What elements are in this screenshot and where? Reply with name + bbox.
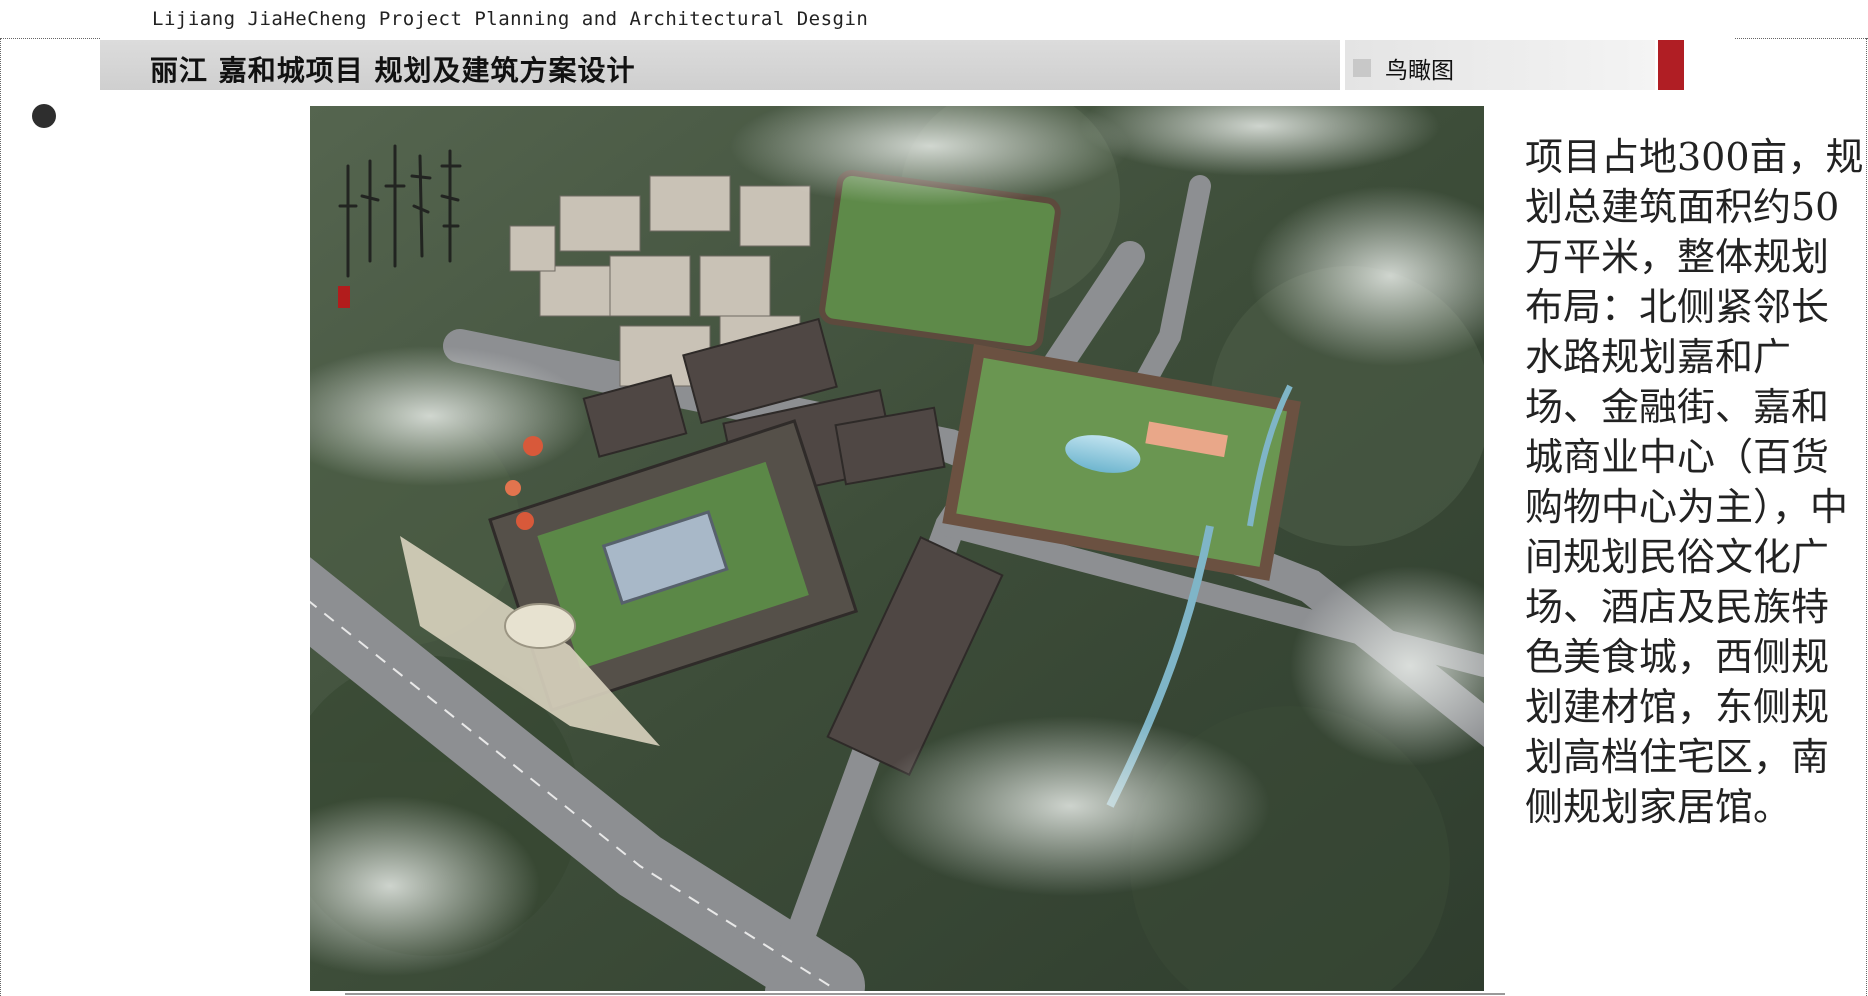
aerial-rendering-image: [310, 106, 1484, 991]
accent-block: [1658, 40, 1684, 90]
left-dotted-rule: [0, 38, 1, 996]
top-dotted-rule-left: [0, 38, 100, 39]
project-description: 项目占地300亩，规划总建筑面积约50万平米，整体规划布局：北侧紧邻长水路规划嘉…: [1525, 135, 1864, 829]
section-bar: 鸟瞰图: [1345, 40, 1655, 90]
english-title: Lijiang JiaHeCheng Project Planning and …: [152, 8, 869, 30]
seal-icon: [338, 286, 350, 308]
section-square-icon: [1353, 59, 1371, 77]
bullet-dot-icon: [32, 104, 56, 128]
chinese-title: 丽江 嘉和城项目 规划及建筑方案设计: [150, 54, 636, 87]
right-dotted-rule: [1866, 38, 1867, 996]
section-label: 鸟瞰图: [1385, 58, 1454, 84]
title-bar: 丽江 嘉和城项目 规划及建筑方案设计: [100, 40, 1340, 90]
top-dotted-rule-right: [1735, 38, 1868, 39]
bottom-rule: [345, 993, 1505, 995]
